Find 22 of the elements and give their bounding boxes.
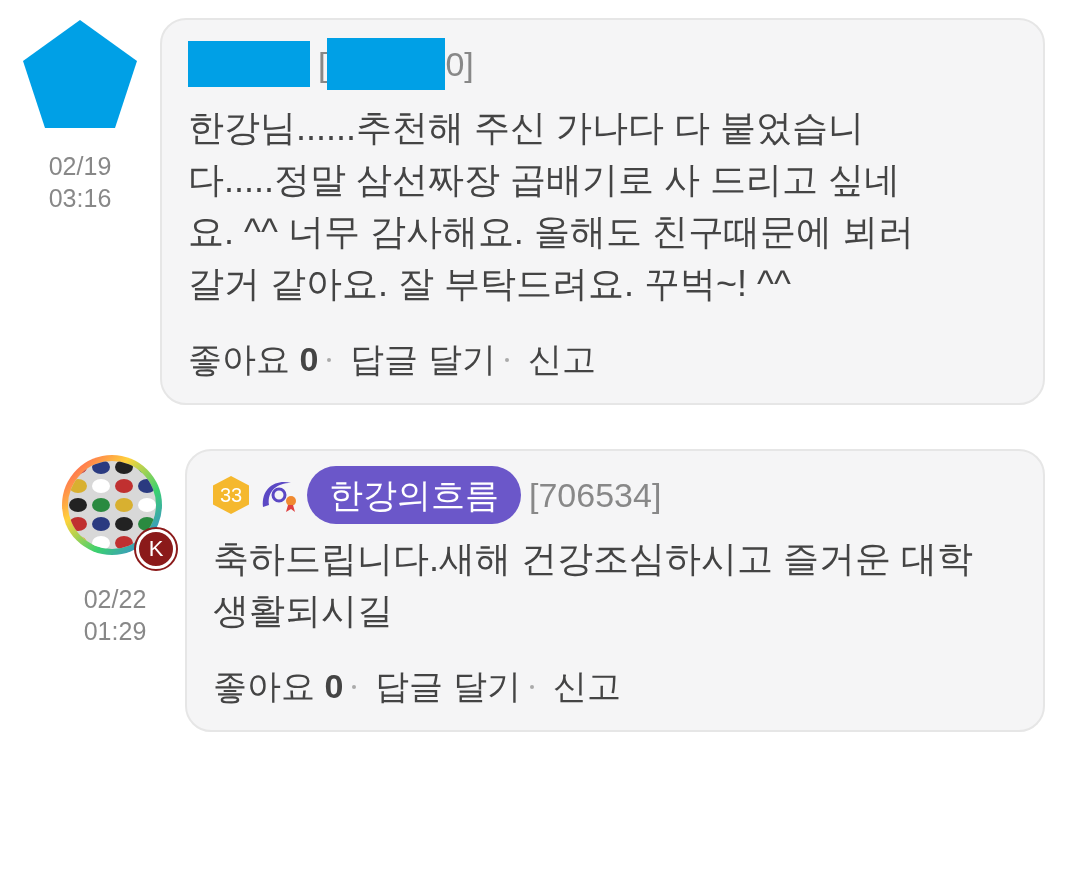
separator-dot-icon (326, 356, 333, 363)
report-link[interactable]: 신고 (527, 334, 596, 385)
like-link[interactable]: 좋아요 0 (213, 661, 344, 712)
user-id-text: 0] (445, 43, 474, 85)
comment-text: 축하드립니다.새해 건강조심하시고 즐거운 대학생활되시길 (213, 537, 974, 633)
user-id-text: [706534] (529, 474, 662, 516)
comment-time: 01:29 (83, 616, 147, 647)
separator-dot-icon (503, 356, 510, 363)
reply-link[interactable]: 답글 달기 (375, 661, 521, 712)
like-link[interactable]: 좋아요 0 (188, 334, 319, 385)
user-id-text: [ (318, 43, 328, 85)
comment-date: 02/19 (48, 151, 112, 182)
comment-date: 02/22 (83, 584, 147, 615)
comment-text: 한강님......추천해 주신 가나다 다 붙었습니다.....정말 삼선짜장 곱배기로 사 드리고 싶네요. ^^ 너무 감사해요. 올해도 친구때문에 뵈러 갈거 같아요. 잘 부탁드려요. 꾸벅~! ^^ (188, 106, 915, 306)
nickname-badge: 한강의흐름 (307, 466, 521, 524)
reply-link[interactable]: 답글 달기 (350, 334, 496, 385)
separator-dot-icon (528, 683, 535, 690)
avatar-badge: K (136, 529, 176, 569)
comment-time: 03:16 (48, 183, 112, 214)
level-badge: 33 (213, 476, 249, 514)
separator-dot-icon (351, 683, 358, 690)
report-link[interactable]: 신고 (552, 661, 621, 712)
